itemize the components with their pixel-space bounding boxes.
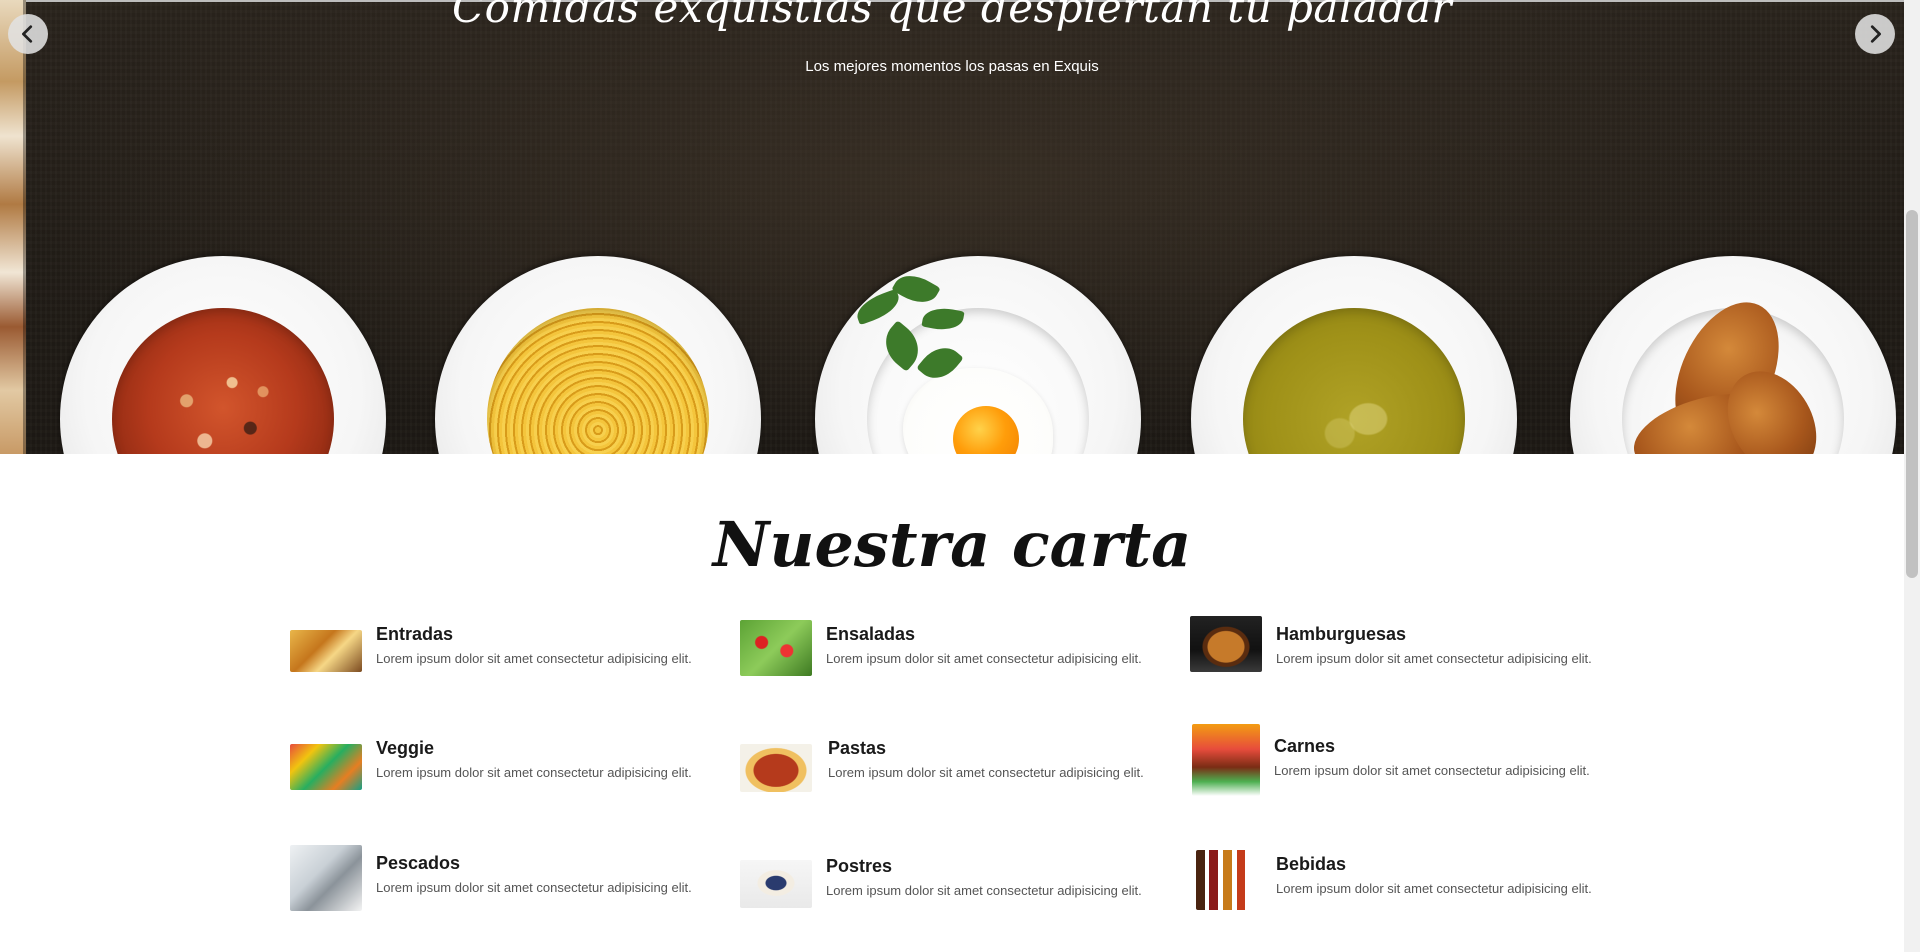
- menu-item-name: Entradas: [376, 624, 454, 644]
- grilled-meat-image: [1192, 724, 1260, 796]
- chevron-right-icon: [1870, 25, 1881, 43]
- menu-item-desc: Lorem ipsum dolor sit amet consectetur a…: [1274, 763, 1590, 778]
- menu-item-desc: Lorem ipsum dolor sit amet consectetur a…: [828, 765, 1144, 780]
- menu-item-name: Bebidas: [1276, 854, 1347, 874]
- menu-item-desc: Lorem ipsum dolor sit amet consectetur a…: [826, 883, 1142, 898]
- hero-carousel: Comidas exquistias que despiertan tu pal…: [0, 0, 1904, 454]
- menu-item-desc: Lorem ipsum dolor sit amet consectetur a…: [1276, 651, 1592, 666]
- menu-item-name: Pastas: [828, 738, 887, 758]
- dessert-image: [740, 860, 812, 908]
- menu-item-name: Carnes: [1274, 736, 1336, 756]
- menu-item-name: Ensaladas: [826, 624, 916, 644]
- menu-item-name: Postres: [826, 856, 893, 876]
- fish-image: [290, 845, 362, 911]
- burger-image: [1190, 616, 1262, 672]
- menu-title: Nuestra carta: [712, 508, 1192, 581]
- menu-item-postres[interactable]: Postres Lorem ipsum dolor sit amet conse…: [740, 852, 1160, 922]
- salad-image: [740, 620, 812, 676]
- basil-leaf: [852, 288, 904, 326]
- plate-egg-image: [815, 256, 1141, 454]
- soup-dish: [112, 308, 334, 454]
- drinks-bottles-image: [1196, 850, 1256, 910]
- menu-item-name: Hamburguesas: [1276, 624, 1407, 644]
- fries-image: [290, 630, 362, 672]
- hero-subtitle: Los mejores momentos los pasas en Exquis: [805, 58, 1099, 75]
- basil-leaf: [891, 267, 941, 311]
- menu-item-entradas[interactable]: Entradas Lorem ipsum dolor sit amet cons…: [290, 620, 710, 690]
- pasta-dish: [487, 308, 709, 454]
- chevron-left-icon: [22, 25, 33, 43]
- menu-item-veggie[interactable]: Veggie Lorem ipsum dolor sit amet consec…: [290, 734, 710, 804]
- menu-item-desc: Lorem ipsum dolor sit amet consectetur a…: [826, 651, 1142, 666]
- menu-item-pescados[interactable]: Pescados Lorem ipsum dolor sit amet cons…: [290, 845, 710, 915]
- menu-item-desc: Lorem ipsum dolor sit amet consectetur a…: [376, 651, 692, 666]
- page-scrollbar-thumb[interactable]: [1906, 210, 1918, 578]
- hero-title: Comidas exquistias que despiertan tu pal…: [452, 0, 1452, 32]
- plate-croissant-image: [1570, 256, 1896, 454]
- plate-cream-soup-image: [1191, 256, 1517, 454]
- menu-item-desc: Lorem ipsum dolor sit amet consectetur a…: [376, 880, 692, 895]
- spaghetti-image: [740, 744, 812, 792]
- menu-item-desc: Lorem ipsum dolor sit amet consectetur a…: [1276, 881, 1592, 896]
- menu-item-pastas[interactable]: Pastas Lorem ipsum dolor sit amet consec…: [740, 734, 1160, 804]
- carousel-prev-button[interactable]: [8, 14, 48, 54]
- cream-soup-dish: [1243, 308, 1465, 454]
- plate-soup-image: [60, 256, 386, 454]
- menu-item-name: Veggie: [376, 738, 435, 758]
- menu-item-carnes[interactable]: Carnes Lorem ipsum dolor sit amet consec…: [1192, 724, 1612, 796]
- plate-pasta-image: [435, 256, 761, 454]
- veggie-skewers-image: [290, 744, 362, 790]
- carousel-next-button[interactable]: [1855, 14, 1895, 54]
- menu-item-desc: Lorem ipsum dolor sit amet consectetur a…: [376, 765, 692, 780]
- menu-item-hamburguesas[interactable]: Hamburguesas Lorem ipsum dolor sit amet …: [1190, 616, 1610, 686]
- menu-item-name: Pescados: [376, 853, 461, 873]
- croissant-dish: [1622, 286, 1844, 454]
- menu-item-bebidas[interactable]: Bebidas Lorem ipsum dolor sit amet conse…: [1196, 850, 1616, 920]
- menu-item-ensaladas[interactable]: Ensaladas Lorem ipsum dolor sit amet con…: [740, 620, 1160, 690]
